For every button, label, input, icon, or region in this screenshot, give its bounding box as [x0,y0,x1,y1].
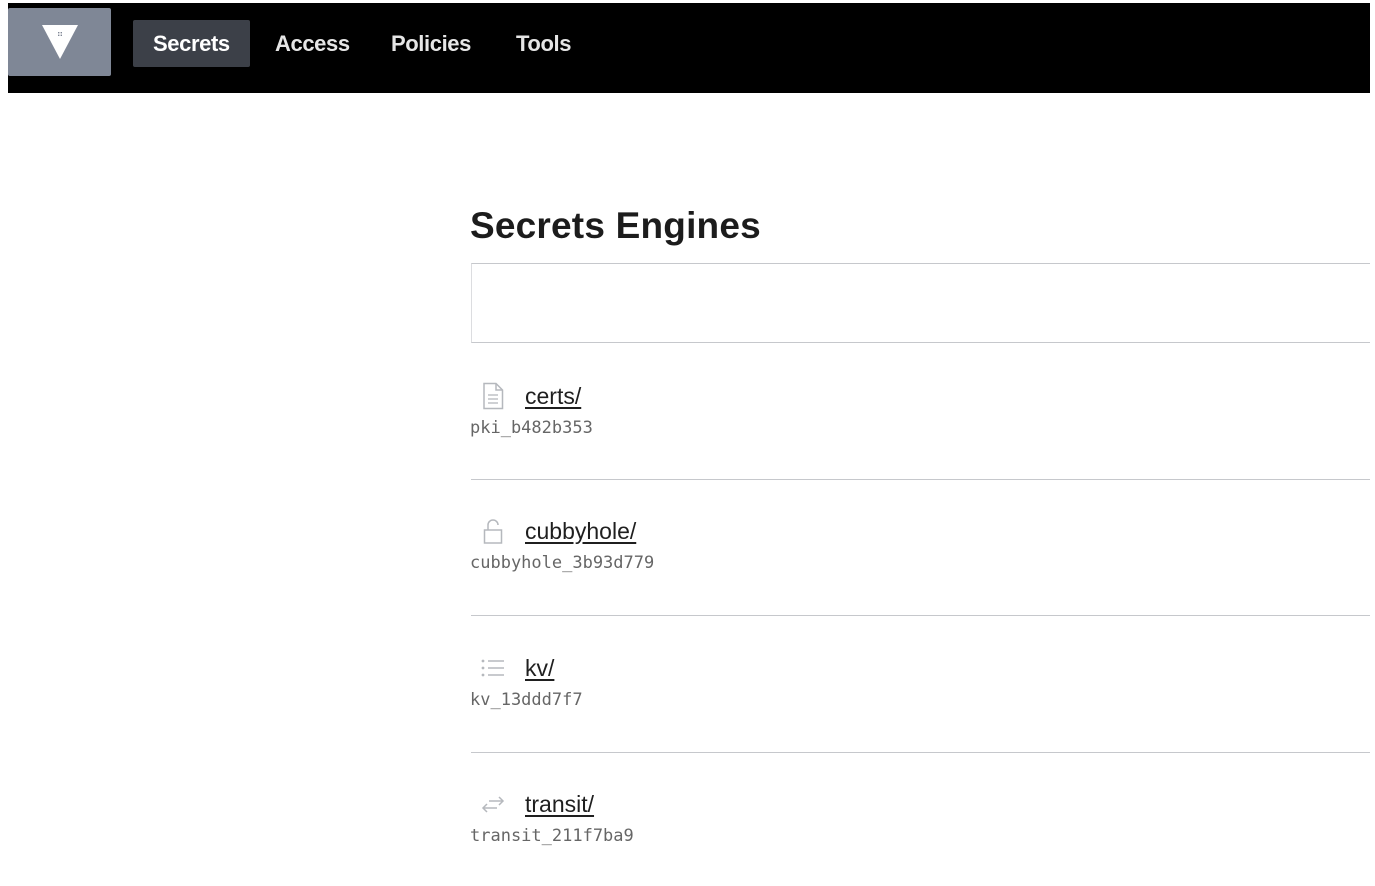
page-title: Secrets Engines [470,205,761,246]
top-navbar: Secrets Access Policies Tools [8,3,1370,93]
divider [471,752,1370,753]
engine-link-row: transit/ [470,786,594,822]
nav-item-secrets[interactable]: Secrets [133,20,250,67]
nav-item-policies[interactable]: Policies [371,20,491,67]
list-icon [480,654,506,682]
swap-icon [480,790,506,818]
list-item-cubbyhole: cubbyhole/ cubbyhole_3b93d779 [470,513,1370,625]
nav-item-tools[interactable]: Tools [496,20,591,67]
nav-item-access[interactable]: Access [255,20,370,67]
divider [471,615,1370,616]
toolbar-area [471,263,1370,343]
file-icon [480,382,506,410]
engine-accessor: cubbyhole_3b93d779 [470,553,655,573]
engine-link-certs[interactable]: certs/ [525,383,581,410]
divider [471,479,1370,480]
lock-icon [480,517,506,545]
engine-link-row: kv/ [470,650,554,686]
engine-accessor: kv_13ddd7f7 [470,690,583,710]
vault-logo-icon[interactable] [8,8,111,76]
engine-link-kv[interactable]: kv/ [525,655,554,682]
list-item-certs: certs/ pki_b482b353 [470,378,1370,490]
engine-link-row: certs/ [470,378,581,414]
engine-accessor: pki_b482b353 [470,418,593,438]
engine-link-cubbyhole[interactable]: cubbyhole/ [525,518,636,545]
list-item-kv: kv/ kv_13ddd7f7 [470,650,1370,762]
list-item-transit: transit/ transit_211f7ba9 [470,786,1370,886]
engine-link-transit[interactable]: transit/ [525,791,594,818]
engine-accessor: transit_211f7ba9 [470,826,634,846]
engine-link-row: cubbyhole/ [470,513,636,549]
page: Secrets Access Policies Tools Secrets En… [0,0,1375,886]
